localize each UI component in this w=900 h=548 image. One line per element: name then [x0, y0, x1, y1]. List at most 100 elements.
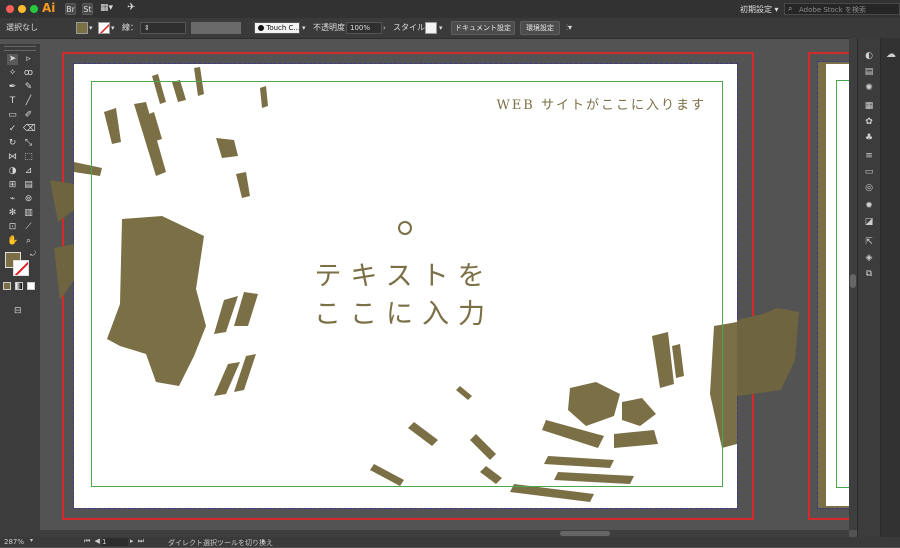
gradient-mode-icon[interactable]	[15, 282, 23, 290]
graphic-styles-icon[interactable]: ◪	[863, 216, 875, 228]
chevron-down-icon[interactable]: ▾	[111, 23, 115, 33]
preferences-button[interactable]: 環境設定	[520, 21, 560, 35]
artboards-icon[interactable]: ⧉	[863, 268, 875, 280]
panel-dock-secondary: ☁	[880, 38, 900, 537]
selection-tool-icon[interactable]: ➤	[7, 54, 18, 65]
eyedropper-tool-icon[interactable]: ⌁	[7, 194, 18, 205]
scale-tool-icon[interactable]: ⤡	[23, 138, 34, 149]
stroke-swatch[interactable]	[13, 260, 29, 276]
hand-tool-icon[interactable]: ✋	[7, 236, 18, 247]
chevron-down-icon[interactable]: ▾	[439, 23, 443, 33]
eraser-tool-icon[interactable]: ⌫	[23, 124, 36, 135]
stroke-panel-icon[interactable]: ≡	[863, 150, 875, 162]
brushes-icon[interactable]: ✿	[863, 116, 875, 128]
stock-button[interactable]: St	[82, 3, 93, 15]
rotate-tool-icon[interactable]: ↻	[7, 138, 18, 149]
circle-ornament[interactable]	[398, 221, 412, 235]
perspective-grid-tool-icon[interactable]: ⊿	[23, 166, 34, 177]
slice-tool-icon[interactable]: ⟋	[23, 222, 34, 233]
free-transform-tool-icon[interactable]: ⬚	[23, 152, 34, 163]
pen-tool-icon[interactable]: ✒	[7, 82, 18, 93]
color-mode-icon[interactable]	[3, 282, 11, 290]
stroke-color-swatch[interactable]	[98, 22, 110, 34]
zoom-window-button[interactable]	[30, 5, 38, 13]
no-stroke-icon	[99, 23, 109, 33]
line-tool-icon[interactable]: ╱	[23, 96, 34, 107]
stock-search-field[interactable]: ⌕ Adobe Stock を検索	[784, 3, 900, 15]
layers-icon[interactable]: ◈	[863, 252, 875, 264]
document-setup-button[interactable]: ドキュメント設定	[451, 21, 515, 35]
symbols-icon[interactable]: ♣	[863, 132, 875, 144]
color-guide-icon[interactable]: ▤	[863, 66, 875, 78]
variable-width-profile[interactable]	[191, 22, 241, 34]
pasteboard-artwork-right	[737, 308, 799, 396]
horizontal-scrollbar[interactable]	[40, 530, 849, 537]
paintbrush-tool-icon[interactable]: ✐	[23, 110, 34, 121]
artboard-tool-icon[interactable]: ⊡	[7, 222, 18, 233]
rectangle-tool-icon[interactable]: ▭	[7, 110, 18, 121]
panel-grip[interactable]	[4, 46, 36, 51]
blend-tool-icon[interactable]: ⊚	[23, 194, 34, 205]
close-window-button[interactable]	[6, 5, 14, 13]
creative-cloud-libraries-icon[interactable]: ☁	[884, 48, 898, 62]
control-bar: 選択なし ▾ ▾ 線： ⇕ Touch C... ▾ 不透明度： 100% › …	[0, 18, 900, 39]
chevron-right-icon[interactable]: ›	[383, 23, 386, 33]
main-text-line1[interactable]: テキストを	[304, 254, 504, 293]
shaper-tool-icon[interactable]: ✓	[7, 124, 18, 135]
pasteboard-artwork-left	[50, 180, 74, 300]
vertical-scroll-thumb[interactable]	[850, 274, 856, 288]
workspace-switcher[interactable]: 初期設定 ▾	[740, 4, 779, 15]
swatches-icon[interactable]: ▦	[863, 100, 875, 112]
mesh-tool-icon[interactable]: ⊞	[7, 180, 18, 191]
zoom-tool-icon[interactable]: ⌕	[23, 236, 34, 247]
bridge-button[interactable]: Br	[65, 3, 76, 15]
main-text-line2[interactable]: ここに入力	[304, 292, 504, 331]
artboard-number-field[interactable]: 1	[102, 538, 128, 546]
arrange-documents-icon[interactable]: ▦▾	[100, 3, 113, 13]
none-mode-icon[interactable]	[27, 282, 35, 290]
drawing-mode-icon[interactable]: ⊟	[14, 306, 22, 316]
fill-color-swatch[interactable]	[76, 22, 88, 34]
gpu-performance-icon[interactable]: ✈	[127, 2, 135, 13]
app-bar: Ai Br St ▦▾ ✈ 初期設定 ▾ ⌕ Adobe Stock を検索	[0, 0, 900, 18]
stroke-weight-field[interactable]: ⇕	[140, 22, 186, 34]
width-tool-icon[interactable]: ⋈	[7, 152, 18, 163]
magic-wand-tool-icon[interactable]: ✧	[7, 68, 18, 79]
brush-name: Touch C...	[266, 24, 300, 32]
align-options-icon[interactable]: ⫶▾	[566, 23, 572, 33]
curvature-tool-icon[interactable]: ✎	[23, 82, 34, 93]
direct-selection-tool-icon[interactable]: ▹	[23, 54, 34, 65]
export-icon[interactable]: ⇱	[863, 236, 875, 248]
brush-definition-field[interactable]: Touch C...	[254, 22, 300, 34]
type-tool-icon[interactable]: T	[7, 96, 18, 107]
web-site-text[interactable]: WEB サイトがここに入ります	[494, 94, 706, 113]
search-placeholder: Adobe Stock を検索	[799, 6, 866, 14]
minimize-window-button[interactable]	[18, 5, 26, 13]
zoom-level[interactable]: 287%	[4, 538, 24, 546]
artboard[interactable]: WEB サイトがここに入ります テキストを ここに入力	[73, 63, 738, 509]
chevron-down-icon[interactable]: ▾	[302, 23, 306, 33]
properties-icon[interactable]: ✺	[863, 82, 875, 94]
appearance-icon[interactable]: ✹	[863, 200, 875, 212]
chevron-down-icon[interactable]: ▾	[30, 537, 33, 544]
swap-fill-stroke-icon[interactable]: ⤾	[30, 250, 36, 259]
gradient-tool-icon[interactable]: ▤	[23, 180, 34, 191]
shape-builder-tool-icon[interactable]: ◑	[7, 166, 18, 177]
lasso-tool-icon[interactable]: ꝏ	[23, 68, 34, 79]
search-icon: ⌕	[788, 4, 793, 13]
artboard-nav-next-icon[interactable]: ▸ ⏭	[130, 537, 145, 546]
chevron-down-icon[interactable]: ▾	[89, 23, 93, 33]
artboard-nav-prev-icon[interactable]: ⏮ ◀	[84, 537, 101, 546]
color-panel-icon[interactable]: ◐	[863, 50, 875, 62]
vertical-scrollbar[interactable]	[849, 38, 857, 530]
chevron-right-icon[interactable]: ▸	[262, 537, 266, 545]
transparency-icon[interactable]: ◎	[863, 182, 875, 194]
workspace-label: 初期設定	[740, 5, 772, 14]
opacity-field[interactable]: 100%	[346, 22, 382, 34]
horizontal-scroll-thumb[interactable]	[560, 531, 610, 536]
symbol-sprayer-tool-icon[interactable]: ✻	[7, 208, 18, 219]
graphic-style-swatch[interactable]	[425, 22, 437, 34]
column-graph-tool-icon[interactable]: ▥	[23, 208, 34, 219]
selection-status: 選択なし	[6, 23, 38, 32]
gradient-panel-icon[interactable]: ▭	[863, 166, 875, 178]
